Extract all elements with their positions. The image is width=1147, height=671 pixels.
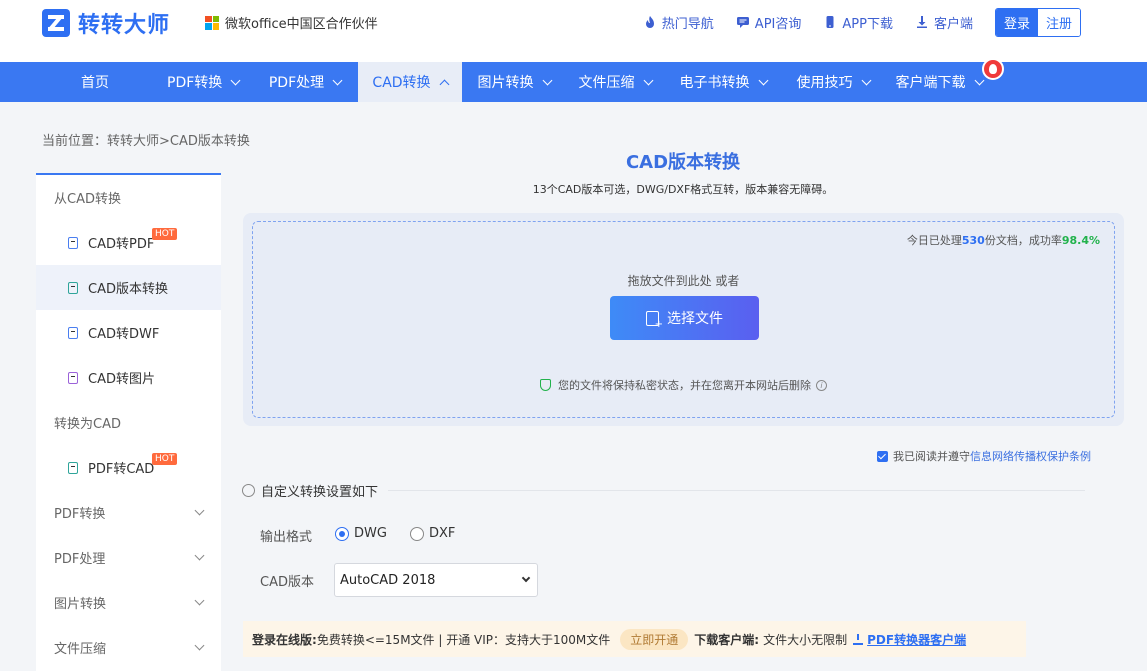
logo[interactable]: 转转大师	[42, 9, 171, 38]
breadcrumb: 当前位置：转转大师>CAD版本转换	[42, 134, 250, 149]
page-subtitle: 13个CAD版本可选，DWG/DXF格式互转，版本兼容无障碍。	[532, 183, 834, 196]
promo-bar: 登录在线版: 免费转换<=15M文件 | 开通 VIP：支持大于100M文件 立…	[243, 621, 1026, 657]
version-label: CAD版本	[260, 575, 314, 590]
radio-dwg[interactable]: DWG	[335, 526, 387, 541]
chevron-down-icon	[194, 595, 205, 606]
sidebar-item-cad-to-dwf[interactable]: CAD转DWF	[36, 310, 221, 355]
sidebar-item-cad-to-image[interactable]: CAD转图片	[36, 355, 221, 400]
sidebar-group-file-compress[interactable]: 文件压缩	[36, 625, 221, 670]
page-title: CAD版本转换	[625, 152, 741, 173]
drop-zone[interactable]: 今日已处理530份文档，成功率98.4% 拖放文件到此处 或者 选择文件 您的文…	[252, 221, 1115, 418]
radio-unselected-icon	[410, 526, 424, 541]
nav-home[interactable]: 首页	[0, 62, 190, 102]
file-add-icon	[646, 310, 663, 330]
top-links: 热门导航 API咨询 APP下载 客户端 登录 注册	[643, 7, 1147, 37]
chevron-down-icon	[542, 75, 552, 85]
sidebar-group-pdf-process[interactable]: PDF处理	[36, 535, 221, 580]
agreement-link[interactable]: 信息网络传播权保护条例	[970, 448, 1091, 464]
auth-buttons: 登录 注册	[994, 7, 1081, 37]
sidebar-item-pdf-to-cad[interactable]: PDF转CAD HOT	[36, 445, 221, 490]
chevron-down-icon	[230, 75, 241, 85]
sidebar-group-from-cad: 从CAD转换	[54, 192, 121, 207]
chevron-down-icon	[861, 75, 871, 85]
chevron-down-icon	[332, 75, 343, 85]
format-label: 输出格式	[260, 530, 313, 545]
nav-client-download[interactable]: 客户端下载	[884, 62, 994, 102]
file-icon	[68, 461, 78, 474]
fire-badge-icon	[982, 58, 1004, 80]
app-download-link[interactable]: APP下载	[823, 13, 893, 32]
client-download-link[interactable]: PDF转换器客户端	[867, 631, 966, 648]
info-icon[interactable]: i	[816, 379, 827, 391]
hot-badge: HOT	[152, 453, 178, 465]
client-link[interactable]: 客户端	[915, 13, 973, 32]
partner-label: 微软office中国区合作伙伴	[205, 13, 378, 32]
microsoft-logo-icon	[205, 15, 219, 30]
divider	[388, 490, 1085, 491]
file-icon	[68, 326, 78, 339]
version-select[interactable]: AutoCAD 2018	[334, 563, 538, 597]
image-file-icon	[68, 371, 78, 384]
register-button[interactable]: 注册	[1037, 8, 1080, 36]
sidebar-group-image-convert[interactable]: 图片转换	[36, 580, 221, 625]
sidebar: 从CAD转换 CAD转PDF HOT CAD版本转换 CAD转DWF CAD转图…	[36, 173, 221, 671]
nav-tips[interactable]: 使用技巧	[782, 62, 884, 102]
agreement: 我已阅读并遵守 信息网络传播权保护条例	[877, 448, 1091, 464]
fire-icon	[645, 16, 654, 28]
agree-checkbox[interactable]	[877, 450, 888, 462]
gear-icon	[242, 484, 255, 497]
sidebar-item-cad-version[interactable]: CAD版本转换	[36, 265, 221, 310]
download-icon	[916, 16, 927, 28]
nav-file-compress[interactable]: 文件压缩	[566, 62, 664, 102]
phone-icon	[826, 16, 834, 28]
download-icon	[853, 633, 864, 645]
radio-dxf[interactable]: DXF	[410, 526, 455, 541]
nav-cad-convert[interactable]: CAD转换	[358, 62, 462, 102]
stats-text: 今日已处理530份文档，成功率98.4%	[906, 234, 1100, 247]
privacy-note: 您的文件将保持私密状态，并在您离开本网站后删除 i	[253, 377, 1114, 393]
radio-selected-icon	[335, 526, 349, 541]
choose-file-button[interactable]: 选择文件	[610, 296, 759, 340]
api-link[interactable]: API咨询	[736, 13, 801, 32]
shield-icon	[540, 379, 551, 391]
logo-icon	[42, 9, 70, 37]
nav-image-convert[interactable]: 图片转换	[462, 62, 566, 102]
brand-name: 转转大师	[78, 13, 171, 38]
chevron-down-icon	[194, 640, 205, 651]
chevron-down-icon	[521, 573, 531, 583]
sidebar-group-pdf-convert[interactable]: PDF转换	[36, 490, 221, 535]
chevron-down-icon	[194, 505, 205, 516]
main-nav: 首页 PDF转换 PDF处理 CAD转换 图片转换 文件压缩 电子书转换 使用技…	[0, 62, 1147, 102]
sidebar-group-to-cad: 转换为CAD	[54, 417, 121, 432]
header: 转转大师 微软office中国区合作伙伴 热门导航 API咨询 APP下载 客户…	[0, 0, 1147, 62]
chevron-down-icon	[194, 550, 205, 561]
nav-pdf-process[interactable]: PDF处理	[252, 62, 358, 102]
sidebar-item-cad-to-pdf[interactable]: CAD转PDF HOT	[36, 220, 221, 265]
chevron-down-icon	[974, 75, 984, 85]
chevron-up-icon	[439, 79, 450, 89]
login-button[interactable]: 登录	[995, 8, 1038, 36]
nav-pdf-convert[interactable]: PDF转换	[167, 62, 252, 102]
settings-header: 自定义转换设置如下	[242, 481, 1085, 500]
hot-badge: HOT	[152, 228, 178, 240]
file-icon	[68, 281, 78, 294]
file-icon	[68, 236, 78, 249]
chevron-down-icon	[758, 75, 768, 85]
hot-nav-link[interactable]: 热门导航	[643, 13, 714, 32]
upload-area[interactable]: 今日已处理530份文档，成功率98.4% 拖放文件到此处 或者 选择文件 您的文…	[243, 213, 1124, 426]
chevron-down-icon	[643, 75, 653, 85]
nav-ebook-convert[interactable]: 电子书转换	[664, 62, 782, 102]
chat-icon	[736, 17, 749, 28]
open-vip-button[interactable]: 立即开通	[620, 628, 689, 650]
drop-hint: 拖放文件到此处 或者	[627, 274, 740, 288]
